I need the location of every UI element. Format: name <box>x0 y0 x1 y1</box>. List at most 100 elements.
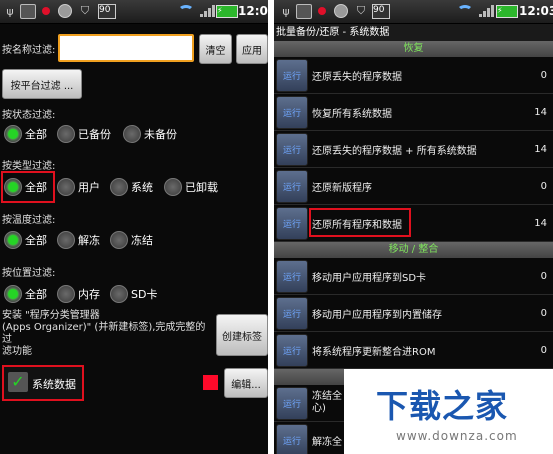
temp-radio-all-label: 全部 <box>25 234 47 247</box>
record-icon <box>42 3 50 19</box>
task-count: 0 <box>540 180 547 192</box>
task-label: 移动用户应用程序到SD卡 <box>312 272 427 284</box>
watermark-url: www.downza.com <box>396 429 518 443</box>
state-radio-backed-up-label: 已备份 <box>78 128 111 141</box>
gray-app-icon <box>58 3 72 19</box>
shield-icon: ⛉ <box>80 4 90 17</box>
task-label: 还原新版程序 <box>312 182 372 194</box>
radio-unchecked-icon <box>57 285 75 303</box>
type-filter-label: 按类型过滤: <box>2 161 56 172</box>
task-count: 0 <box>540 270 547 282</box>
type-radio-uninstalled[interactable]: 已卸载 <box>164 176 218 198</box>
temp-radio-frozen-label: 冻结 <box>131 234 153 247</box>
watermark-logo: 下载之家 <box>376 387 509 425</box>
task-count: 0 <box>540 344 547 356</box>
color-swatch[interactable] <box>203 375 218 390</box>
type-radio-system[interactable]: 系统 <box>110 176 153 198</box>
watermark: 下载之家 www.downza.com <box>344 369 553 454</box>
page-title: 批量备份/还原 - 系统数据 <box>274 24 553 41</box>
system-data-label: 系统数据 <box>32 378 76 391</box>
location-radio-all[interactable]: 全部 <box>4 283 47 305</box>
type-radio-user[interactable]: 用户 <box>57 176 100 198</box>
wifi-icon <box>457 3 473 19</box>
state-radio-backed-up[interactable]: 已备份 <box>57 123 111 145</box>
list-item: 运行 还原丢失的程序数据 0 <box>274 57 553 94</box>
location-radio-internal-label: 内存 <box>78 288 100 301</box>
run-button[interactable]: 运行 <box>276 333 308 367</box>
state-filter-label: 按状态过滤: <box>2 110 56 121</box>
calendar-day: 90 <box>372 3 390 19</box>
radio-unchecked-icon <box>57 178 75 196</box>
radio-unchecked-icon <box>110 231 128 249</box>
name-filter-input[interactable] <box>58 34 194 62</box>
run-button[interactable]: 运行 <box>276 423 308 454</box>
radio-unchecked-icon <box>123 125 141 143</box>
clock: 12:03 <box>238 4 268 18</box>
clear-button[interactable]: 清空 <box>199 34 232 64</box>
temp-radio-all[interactable]: 全部 <box>4 229 47 251</box>
apps-organizer-hint: 安装 "程序分类管理器 (Apps Organizer)" (并新建标签),完成… <box>2 310 206 357</box>
state-radio-all-label: 全部 <box>25 128 47 141</box>
edit-button[interactable]: 编辑... <box>224 368 268 398</box>
task-count: 0 <box>540 307 547 319</box>
state-radio-all[interactable]: 全部 <box>4 123 47 145</box>
type-radio-uninstalled-label: 已卸载 <box>185 181 218 194</box>
battery-icon: ⚡ <box>496 3 518 19</box>
wifi-icon <box>178 3 194 19</box>
location-radio-sdcard[interactable]: SD卡 <box>110 283 157 305</box>
clock: 12:03 <box>519 4 553 18</box>
section-move-integrate: 移动 / 整合 <box>274 242 553 258</box>
run-button[interactable]: 运行 <box>276 58 308 92</box>
radio-unchecked-icon <box>164 178 182 196</box>
radio-unchecked-icon <box>57 125 75 143</box>
gray-app-icon <box>334 3 348 19</box>
shield-icon: ⛉ <box>356 4 366 17</box>
task-label: 移动用户应用程序到内置储存 <box>312 309 442 321</box>
location-radio-all-label: 全部 <box>25 288 47 301</box>
list-item: 运行 恢复所有系统数据 14 <box>274 94 553 131</box>
task-label: 将系统程序更新整合进ROM <box>312 346 436 358</box>
task-count: 0 <box>540 69 547 81</box>
highlight-box <box>309 208 411 237</box>
state-radio-not-backed-up-label: 未备份 <box>144 128 177 141</box>
battery-icon: ⚡ <box>216 3 238 19</box>
run-button[interactable]: 运行 <box>276 95 308 129</box>
task-label: 还原丢失的程序数据 + 所有系统数据 <box>312 145 477 157</box>
create-tag-button[interactable]: 创建标签 <box>216 314 268 356</box>
run-button[interactable]: 运行 <box>276 169 308 203</box>
radio-unchecked-icon <box>110 285 128 303</box>
run-button[interactable]: 运行 <box>276 206 308 240</box>
task-count: 14 <box>534 217 547 229</box>
list-item: 运行 将系统程序更新整合进ROM 0 <box>274 332 553 369</box>
list-item: 运行 还原新版程序 0 <box>274 168 553 205</box>
type-radio-system-label: 系统 <box>131 181 153 194</box>
list-item: 运行 还原所有程序和数据 14 <box>274 205 553 242</box>
radio-checked-icon <box>4 285 22 303</box>
list-item: 运行 移动用户应用程序到SD卡 0 <box>274 258 553 295</box>
status-bar: ψ ⛉ 90 ⚡ 12:03 <box>0 0 268 24</box>
highlight-box <box>1 171 55 203</box>
check-icon[interactable]: ✓ <box>8 372 28 392</box>
list-item: 运行 移动用户应用程序到内置储存 0 <box>274 295 553 332</box>
task-label: 还原丢失的程序数据 <box>312 71 402 83</box>
state-radio-not-backed-up[interactable]: 未备份 <box>123 123 177 145</box>
status-bar: ψ ⛉ 90 ⚡ 12:03 <box>274 0 553 24</box>
platform-filter-button[interactable]: 按平台过滤 ... <box>2 69 82 99</box>
run-button[interactable]: 运行 <box>276 132 308 166</box>
signal-icon <box>200 3 215 19</box>
app-icon <box>20 3 36 19</box>
calendar-icon: 90 <box>372 3 390 19</box>
record-icon <box>318 3 326 19</box>
apply-button[interactable]: 应用 <box>236 34 268 64</box>
run-button[interactable]: 运行 <box>276 259 308 293</box>
system-data-checkbox-row[interactable]: ✓ 系统数据 <box>2 365 84 401</box>
run-button[interactable]: 运行 <box>276 386 308 420</box>
location-radio-internal[interactable]: 内存 <box>57 283 100 305</box>
calendar-icon: 90 <box>98 3 116 19</box>
task-count: 14 <box>534 106 547 118</box>
radio-unchecked-icon <box>57 231 75 249</box>
temp-radio-frozen[interactable]: 冻结 <box>110 229 153 251</box>
task-count: 14 <box>534 143 547 155</box>
run-button[interactable]: 运行 <box>276 296 308 330</box>
temp-radio-unfrozen[interactable]: 解冻 <box>57 229 100 251</box>
